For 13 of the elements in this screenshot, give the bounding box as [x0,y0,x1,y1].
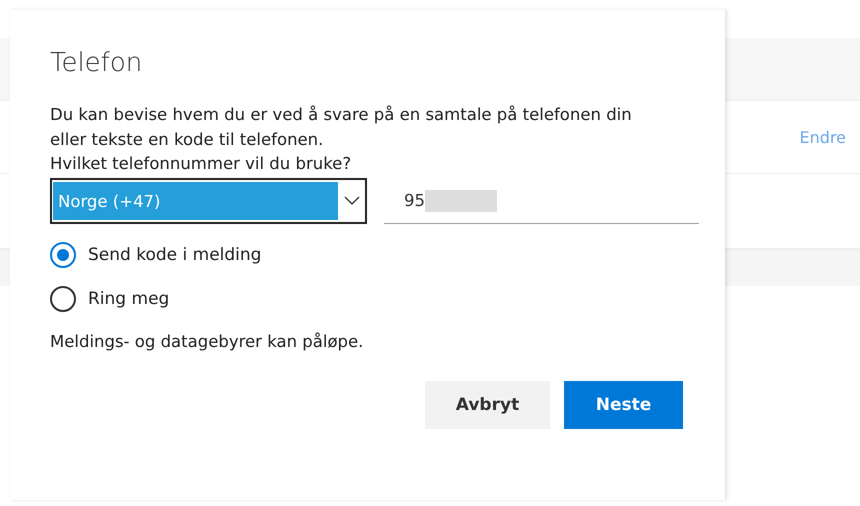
phone-field[interactable]: 95 [384,178,699,224]
radio-button[interactable] [50,242,76,268]
note-text: Meldings- og datagebyrer kan påløpe. [50,332,364,351]
next-button[interactable]: Neste [564,381,683,429]
description-text: Du kan bevise hvem du er ved å svare på en samtale på telefonen din eller tekste en kode til telefonen. [50,104,633,151]
chevron-down-icon [344,196,360,206]
redaction-mark [425,190,497,212]
cancel-button[interactable]: Avbryt [425,381,550,429]
radio-option[interactable]: Send kode i melding [50,242,725,268]
question-label: Hvilket telefonnummer vil du bruke? [50,153,352,175]
dialog-title: Telefon [50,48,144,78]
radio-button[interactable] [50,286,76,312]
radio-option[interactable]: Ring meg [50,286,725,312]
